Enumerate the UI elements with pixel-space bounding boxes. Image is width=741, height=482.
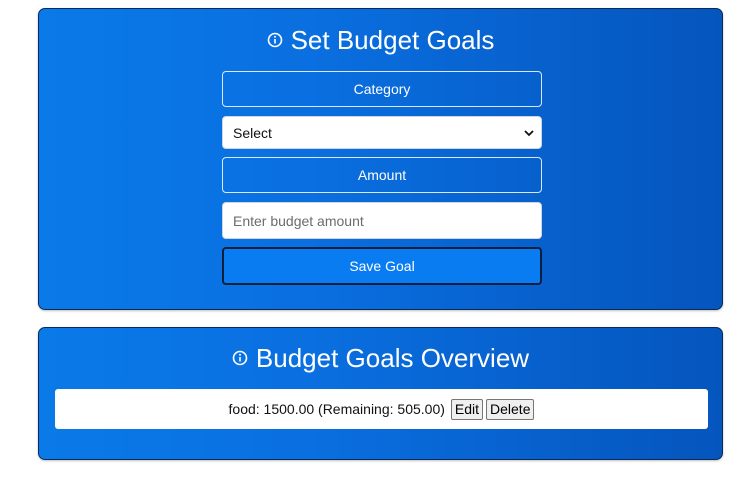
goal-list-item: food: 1500.00 (Remaining: 505.00) Edit D… <box>55 389 708 429</box>
set-budget-goals-title: Set Budget Goals <box>290 25 495 55</box>
budget-amount-field[interactable] <box>222 202 542 239</box>
goal-summary-text: food: 1500.00 (Remaining: 505.00) <box>228 401 445 417</box>
set-budget-goals-card: Set Budget Goals Category Select Amount … <box>38 8 723 310</box>
info-circle-icon <box>267 32 282 48</box>
amount-label: Amount <box>222 157 542 193</box>
category-select-value: Select <box>233 124 272 141</box>
category-select[interactable]: Select <box>222 116 542 149</box>
budget-goals-overview-heading: Budget Goals Overview <box>39 343 722 373</box>
edit-goal-button[interactable]: Edit <box>450 398 484 420</box>
info-circle-icon <box>232 350 248 366</box>
budget-goals-overview-title: Budget Goals Overview <box>255 343 530 373</box>
chevron-down-icon <box>524 129 534 136</box>
category-label: Category <box>222 71 542 107</box>
budget-amount-input[interactable] <box>231 211 533 230</box>
delete-goal-button[interactable]: Delete <box>486 398 535 420</box>
budget-goals-overview-card: Budget Goals Overview food: 1500.00 (Rem… <box>38 327 723 460</box>
save-goal-button[interactable]: Save Goal <box>222 247 542 285</box>
set-budget-goals-heading: Set Budget Goals <box>39 25 722 55</box>
